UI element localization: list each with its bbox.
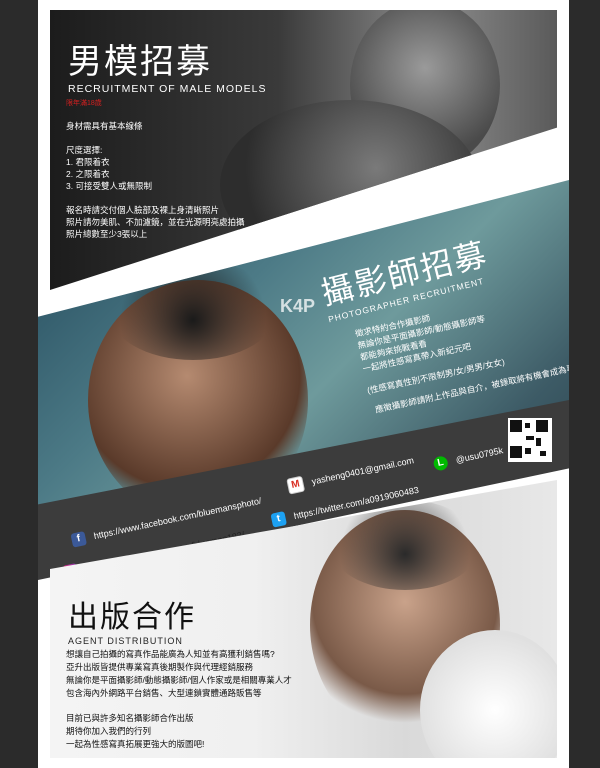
distribution-subtitle: AGENT DISTRIBUTION bbox=[68, 636, 183, 646]
level-item: 1. 君限着衣 bbox=[66, 157, 110, 167]
distribution-line: 包含海內外網路平台銷售、大型連鎖實體通路販售等 bbox=[66, 688, 262, 698]
male-model-details: 限年滿18歲 身材需具有基本線條 尺度選擇: 1. 君限着衣 2. 之限着衣 3… bbox=[66, 98, 316, 240]
body-requirement: 身材需具有基本線條 bbox=[66, 121, 143, 131]
distribution-line: 一起為性感寫真拓展更強大的版圖吧! bbox=[66, 739, 205, 749]
watermark: K4P bbox=[280, 296, 316, 316]
qr-code[interactable] bbox=[508, 418, 552, 462]
distribution-line: 想讓自己拍攝的寫真作品能廣為人知並有高獲利銷售嗎? bbox=[66, 649, 275, 659]
distribution-header: 出版合作 AGENT DISTRIBUTION bbox=[68, 592, 196, 646]
line-icon: L bbox=[432, 454, 449, 472]
distribution-line: 目前已與許多知名攝影師合作出版 bbox=[66, 713, 194, 723]
level-item: 2. 之限着衣 bbox=[66, 169, 110, 179]
distribution-line: 期待你加入我們的行列 bbox=[66, 726, 152, 736]
male-model-subtitle: RECRUITMENT OF MALE MODELS bbox=[68, 83, 267, 95]
facebook-icon: f bbox=[70, 530, 87, 548]
male-model-header: 男模招募 RECRUITMENT OF MALE MODELS bbox=[68, 34, 267, 95]
age-tag: 限年滿18歲 bbox=[66, 100, 102, 107]
distribution-line: 亞升出版皆提供專業寫真後期製作與代理經銷服務 bbox=[66, 662, 254, 672]
photographer-hair-shape bbox=[108, 260, 278, 360]
note-line: 照片總數至少3張以上 bbox=[66, 229, 148, 239]
twitter-icon: t bbox=[270, 510, 287, 528]
gmail-icon: M bbox=[286, 475, 306, 495]
distribution-details: 想讓自己拍攝的寫真作品能廣為人知並有高獲利銷售嗎? 亞升出版皆提供專業寫真後期製… bbox=[66, 648, 366, 751]
distribution-title: 出版合作 bbox=[68, 601, 196, 634]
note-line: 照片請勿美肌、不加濾鏡，並在光源明亮處拍攝 bbox=[66, 217, 245, 227]
poster: 男模招募 RECRUITMENT OF MALE MODELS 限年滿18歲 身… bbox=[38, 0, 569, 768]
levels-heading: 尺度選擇: bbox=[66, 145, 103, 155]
level-item: 3. 可接受雙人或無限制 bbox=[66, 181, 152, 191]
male-model-title: 男模招募 bbox=[68, 43, 212, 81]
note-line: 報名時請交付個人臉部及裸上身清晰照片 bbox=[66, 205, 220, 215]
distribution-line: 無論你是平面攝影師/動態攝影師/個人作家或是相關專業人才 bbox=[66, 675, 292, 685]
